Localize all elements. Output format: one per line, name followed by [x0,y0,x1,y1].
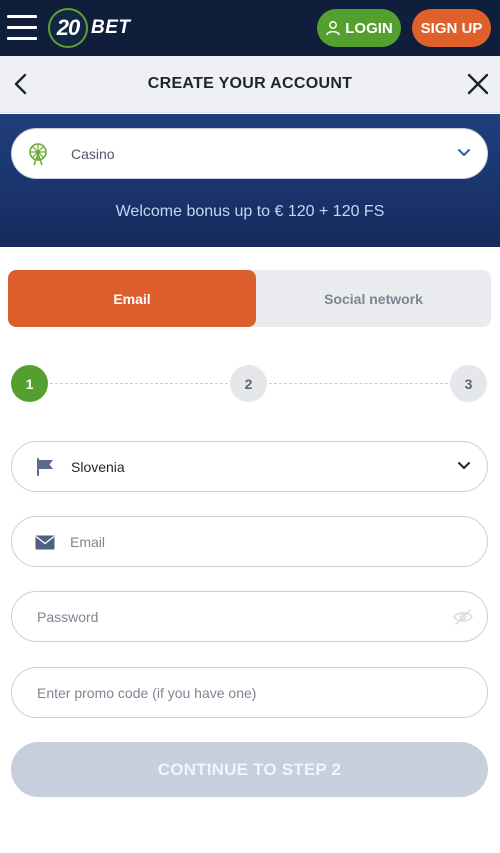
ferris-wheel-icon [29,143,47,166]
login-label: LOGIN [345,19,393,37]
bonus-type-select[interactable]: Casino [11,128,488,179]
continue-to-step-2-button[interactable]: CONTINUE TO STEP 2 [11,742,488,797]
logo-number: 20 [48,8,88,48]
step-connector [269,383,448,384]
step-connector [50,383,228,384]
email-field-container [11,516,488,567]
step-2-indicator: 2 [230,365,267,402]
eye-off-icon[interactable] [453,609,473,625]
country-value: Slovenia [71,459,125,475]
tab-social-network[interactable]: Social network [256,270,491,327]
email-input[interactable] [70,517,470,566]
step-1-indicator: 1 [11,365,48,402]
user-icon [326,21,340,36]
promo-field-container [11,667,488,718]
promo-code-input[interactable] [37,668,467,717]
registration-method-tabs: Email Social network [8,270,491,327]
close-icon[interactable] [467,73,489,95]
country-select[interactable]: Slovenia [11,441,488,492]
page-header: CREATE YOUR ACCOUNT [0,56,500,113]
login-button[interactable]: LOGIN [317,9,401,47]
chevron-down-icon [458,149,470,156]
logo-text: BET [91,17,131,38]
hamburger-menu-icon[interactable] [7,15,37,40]
flag-icon [37,458,53,476]
envelope-icon [35,535,55,550]
brand-logo[interactable]: 20 BET [48,8,131,48]
top-navigation-bar: 20 BET LOGIN SIGN UP [0,0,500,56]
chevron-down-icon [458,462,470,469]
bonus-type-value: Casino [71,146,115,162]
password-input[interactable] [37,592,442,641]
page-title: CREATE YOUR ACCOUNT [147,75,353,92]
bonus-banner: Casino Welcome bonus up to € 120 + 120 F… [0,114,500,247]
tab-email[interactable]: Email [8,270,256,327]
welcome-bonus-text: Welcome bonus up to € 120 + 120 FS [115,203,385,220]
step-3-indicator: 3 [450,365,487,402]
signup-button[interactable]: SIGN UP [412,9,491,47]
password-field-container [11,591,488,642]
